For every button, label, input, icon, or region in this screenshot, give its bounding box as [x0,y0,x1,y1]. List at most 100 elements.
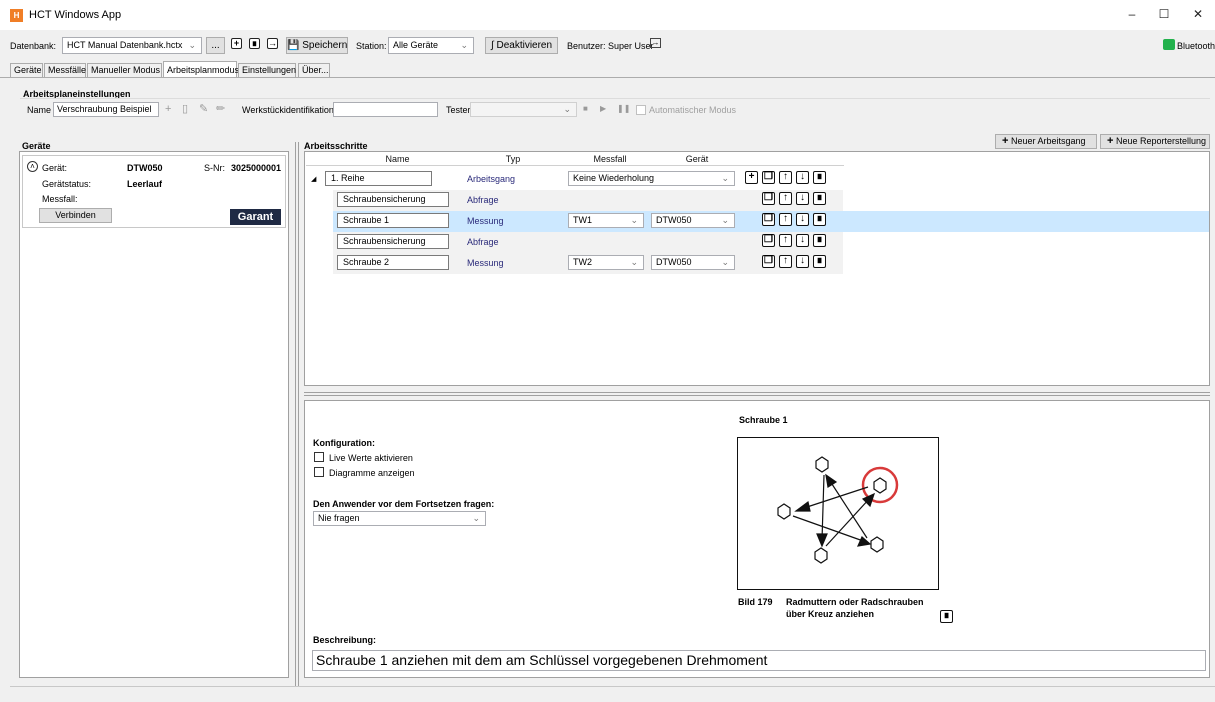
copy-icon[interactable]: ❐ [762,234,775,247]
serial-value: 3025000001 [231,163,282,173]
step-measure-select[interactable]: TW1 ⌄ [568,213,644,228]
auto-mode-checkbox[interactable] [636,105,646,115]
delete-icon[interactable]: ∎ [813,171,826,184]
close-button[interactable]: ✕ [1182,0,1214,30]
arrow-up-icon[interactable]: ↑ [779,192,792,205]
play-icon[interactable]: ▶ [600,102,606,116]
garant-logo: Garant [230,209,281,225]
connect-button[interactable]: Verbinden [39,208,112,223]
copy-icon[interactable]: ❐ [762,171,775,184]
step-type: Abfrage [467,237,499,247]
live-values-checkbox[interactable] [314,452,324,462]
step-name-input[interactable]: Schraube 1 [337,213,449,228]
diagrams-checkbox[interactable] [314,467,324,477]
h-splitter[interactable] [304,392,1210,393]
arrow-down-icon[interactable]: ↓ [796,255,809,268]
ask-user-select[interactable]: Nie fragen ⌄ [313,511,486,526]
delete-icon[interactable]: ∎ [813,255,826,268]
arrow-down-icon[interactable]: ↓ [796,192,809,205]
bluetooth-status-indicator [1163,39,1175,50]
tester-select[interactable]: ⌄ [470,102,577,117]
chevron-down-icon: ⌄ [472,513,480,523]
edit-icon[interactable]: ✎ [199,102,208,116]
db-label: Datenbank: [10,41,57,51]
status-label: Gerätstatus: [42,179,92,189]
delete-icon[interactable]: ∎ [813,192,826,205]
new-operation-button[interactable]: + Neuer Arbeitsgang [995,134,1097,149]
collapse-icon[interactable]: ˄ [27,161,38,172]
tab-1[interactable]: Messfälle [44,63,86,77]
stop-icon[interactable]: ■ [583,102,588,116]
tab-4[interactable]: Einstellungen [238,63,296,77]
step-name-input[interactable]: Schraubensicherung [337,234,449,249]
copy-icon[interactable]: ❐ [762,213,775,226]
delete-icon[interactable]: ∎ [813,234,826,247]
auto-mode-label: Automatischer Modus [649,105,737,115]
plan-name-input[interactable]: Verschraubung Beispiel [53,102,159,117]
arrow-up-icon[interactable]: ↑ [779,255,792,268]
add-icon[interactable]: + [231,38,242,49]
logout-icon[interactable]: → [650,38,661,48]
expand-icon[interactable]: ◢ [311,174,316,186]
delete-icon[interactable]: ∎ [813,213,826,226]
step-name-input[interactable]: 1. Reihe [325,171,432,186]
step-measure-value: Keine Wiederholung [573,173,655,183]
minimize-button[interactable]: – [1116,0,1148,30]
tab-5[interactable]: Über... [298,63,330,77]
add-icon[interactable]: + [165,102,171,116]
arrow-down-icon[interactable]: ↓ [796,234,809,247]
copy-icon[interactable]: ❐ [762,255,775,268]
arrow-up-icon[interactable]: ↑ [779,213,792,226]
add-icon[interactable]: + [745,171,758,184]
station-select[interactable]: Alle Geräte ⌄ [388,37,474,54]
user-label: Benutzer: Super User [567,41,654,51]
import-icon[interactable]: → [267,38,278,49]
delete-icon[interactable]: ∎ [249,38,260,49]
station-label: Station: [356,41,387,51]
instruction-image [737,437,939,590]
database-select[interactable]: HCT Manual Datenbank.hctx ⌄ [62,37,202,54]
devices-panel: ˄ Gerät: DTW050 S-Nr: 3025000001 Gerätst… [19,151,289,678]
deactivate-button[interactable]: ∫ Deaktivieren [485,37,558,54]
description-input[interactable]: Schraube 1 anziehen mit dem am Schlüssel… [312,650,1206,671]
arrow-up-icon[interactable]: ↑ [779,171,792,184]
pause-icon[interactable]: ❚❚ [617,102,630,116]
edit-all-icon[interactable]: ✏ [216,102,225,116]
title-bar: H HCT Windows App – ☐ ✕ [0,0,1215,30]
save-label: Speichern [302,40,348,51]
arrow-down-icon[interactable]: ↓ [796,171,809,184]
arrow-up-icon[interactable]: ↑ [779,234,792,247]
delete-image-icon[interactable]: ∎ [940,610,953,623]
workpiece-input[interactable] [333,102,438,117]
arrow-down-icon[interactable]: ↓ [796,213,809,226]
app-icon: H [10,9,23,22]
splitter[interactable] [295,142,296,687]
chevron-down-icon: ⌄ [460,40,468,50]
new-report-button[interactable]: + Neue Reporterstellung [1100,134,1210,149]
step-device-select[interactable]: DTW050 ⌄ [651,213,735,228]
tester-label: Tester [446,105,471,115]
step-name-input[interactable]: Schraube 2 [337,255,449,270]
live-values-label: Live Werte aktivieren [329,453,413,463]
step-name-input[interactable]: Schraubensicherung [337,192,449,207]
copy-icon[interactable]: ❐ [762,192,775,205]
chevron-down-icon: ⌄ [721,173,729,183]
tab-0[interactable]: Geräte [10,63,43,77]
save-button[interactable]: 💾 Speichern [286,37,348,54]
step-measure-select[interactable]: TW2 ⌄ [568,255,644,270]
tab-3[interactable]: Arbeitsplanmodus [163,61,239,78]
browse-button[interactable]: ... [206,37,225,54]
step-measure-select[interactable]: Keine Wiederholung ⌄ [568,171,735,186]
tab-2[interactable]: Manueller Modus [87,63,162,77]
measure-label: Messfall: [42,194,78,204]
database-value: HCT Manual Datenbank.hctx [67,40,183,50]
db-actions: + ∎ → [229,37,284,54]
maximize-button[interactable]: ☐ [1148,0,1180,30]
step-device-select[interactable]: DTW050 ⌄ [651,255,735,270]
step-type: Abfrage [467,195,499,205]
station-value: Alle Geräte [393,40,439,50]
image-title: Schraube 1 [739,415,788,425]
col-type: Typ [505,154,521,164]
delete-icon[interactable]: ▯ [182,102,188,116]
chevron-down-icon: ⌄ [188,40,196,50]
